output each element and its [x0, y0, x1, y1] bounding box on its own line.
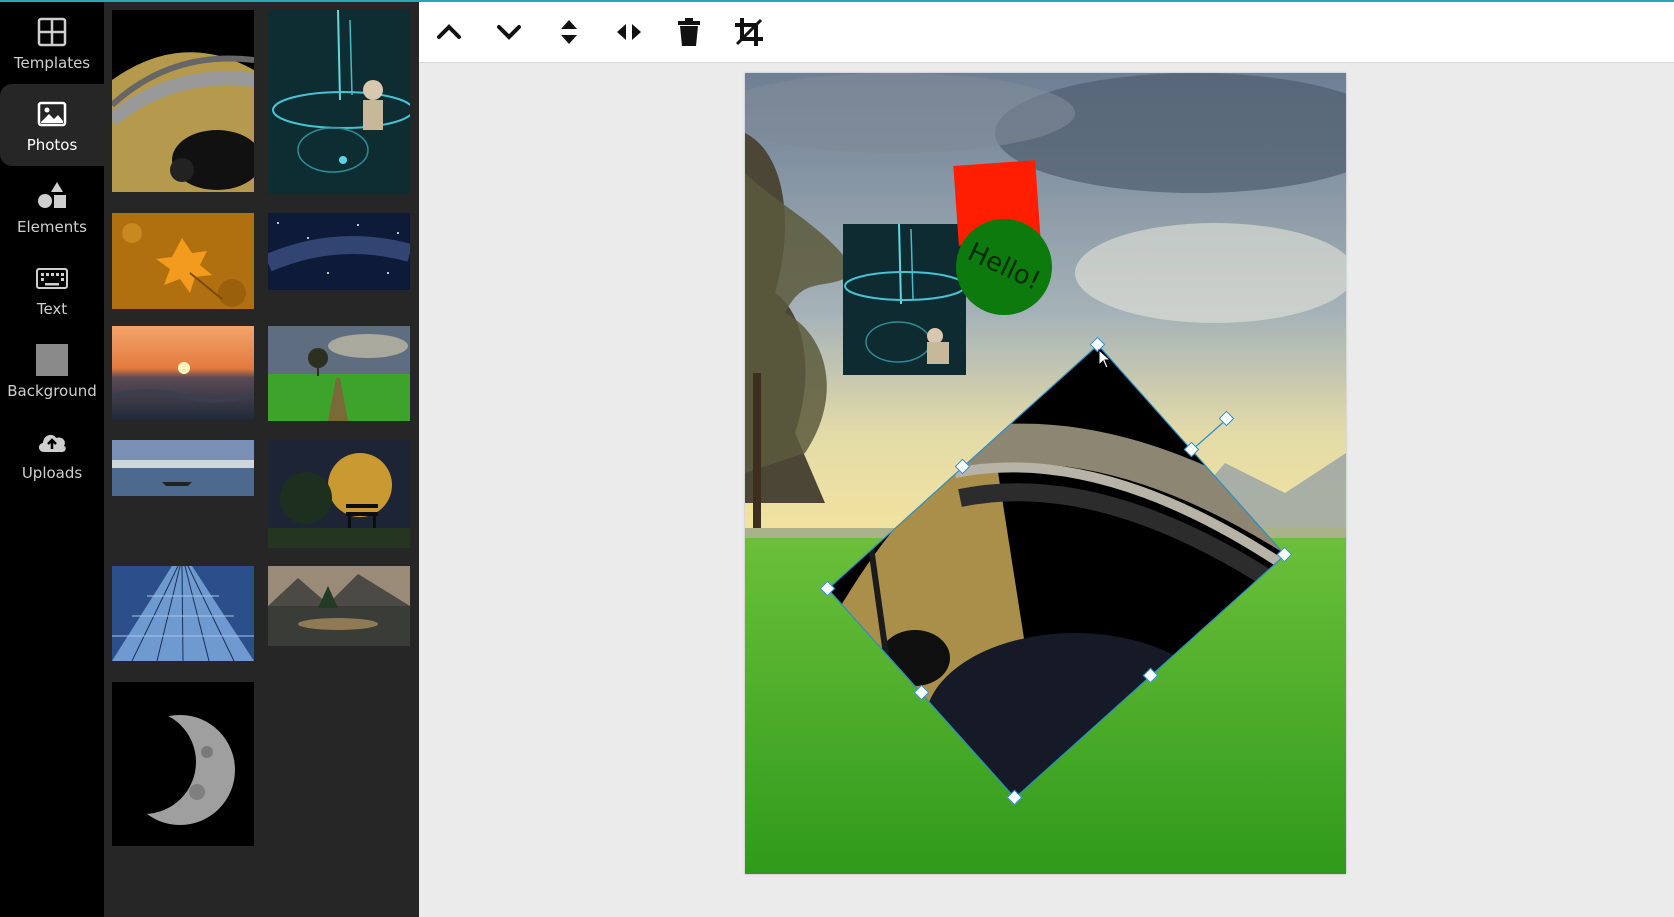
mouse-cursor-icon [1098, 349, 1112, 369]
toolbar [419, 2, 1674, 63]
autumn-leaf-photo[interactable] [112, 213, 254, 309]
green-field-tree-photo[interactable] [268, 326, 410, 421]
mountain-lake-photo[interactable] [268, 566, 410, 646]
half-moon-photo[interactable] [112, 682, 254, 846]
top-accent-line [0, 0, 1674, 2]
milky-way-photo[interactable] [268, 213, 410, 290]
harbor-lake-photo[interactable] [112, 440, 254, 496]
ocean-sunset-photo[interactable] [112, 326, 254, 420]
selected-saturn-image-element[interactable] [745, 73, 1346, 874]
sidebar-item-text[interactable]: Text [0, 248, 104, 330]
sidebar-item-label: Background [7, 382, 97, 400]
crop-icon [735, 18, 763, 46]
design-editor-app: Templates Photos Elements Text Backgroun… [0, 0, 1674, 917]
sidebar-item-label: Uploads [21, 464, 83, 482]
sidebar-item-photos[interactable]: Photos [0, 84, 104, 166]
full-moon-bench-photo[interactable] [268, 440, 410, 548]
move-up-button[interactable] [431, 14, 467, 50]
sidebar-item-label: Templates [13, 54, 91, 72]
flip-horizontal-icon [617, 24, 641, 40]
design-page[interactable]: Hello! [745, 73, 1346, 874]
crop-button[interactable] [731, 14, 767, 50]
image-icon [37, 101, 67, 127]
glass-skyscraper-photo[interactable] [112, 566, 254, 661]
flip-horizontal-button[interactable] [611, 14, 647, 50]
sidebar-item-templates[interactable]: Templates [0, 2, 104, 84]
neon-figure-photo[interactable] [268, 10, 410, 194]
photos-panel [104, 2, 419, 917]
flip-vertical-button[interactable] [551, 14, 587, 50]
sidebar-nav: Templates Photos Elements Text Backgroun… [0, 2, 104, 917]
shapes-icon [38, 182, 66, 208]
sidebar-item-elements[interactable]: Elements [0, 166, 104, 248]
saturn-rings-photo[interactable] [112, 10, 254, 192]
trash-icon [678, 18, 700, 46]
chevron-down-icon [497, 25, 521, 40]
grid-icon [37, 17, 67, 47]
sidebar-item-label: Elements [17, 218, 87, 236]
sidebar-item-uploads[interactable]: Uploads [0, 412, 104, 494]
sidebar-item-label: Photos [26, 136, 78, 154]
keyboard-icon [36, 268, 68, 289]
flip-vertical-icon [561, 20, 577, 44]
move-down-button[interactable] [491, 14, 527, 50]
square-icon [36, 344, 68, 376]
chevron-up-icon [437, 24, 461, 39]
canvas-workspace: Hello! [419, 63, 1674, 917]
cloud-upload-icon [38, 434, 66, 452]
sidebar-item-background[interactable]: Background [0, 330, 104, 412]
delete-button[interactable] [671, 14, 707, 50]
sidebar-item-label: Text [36, 300, 68, 318]
